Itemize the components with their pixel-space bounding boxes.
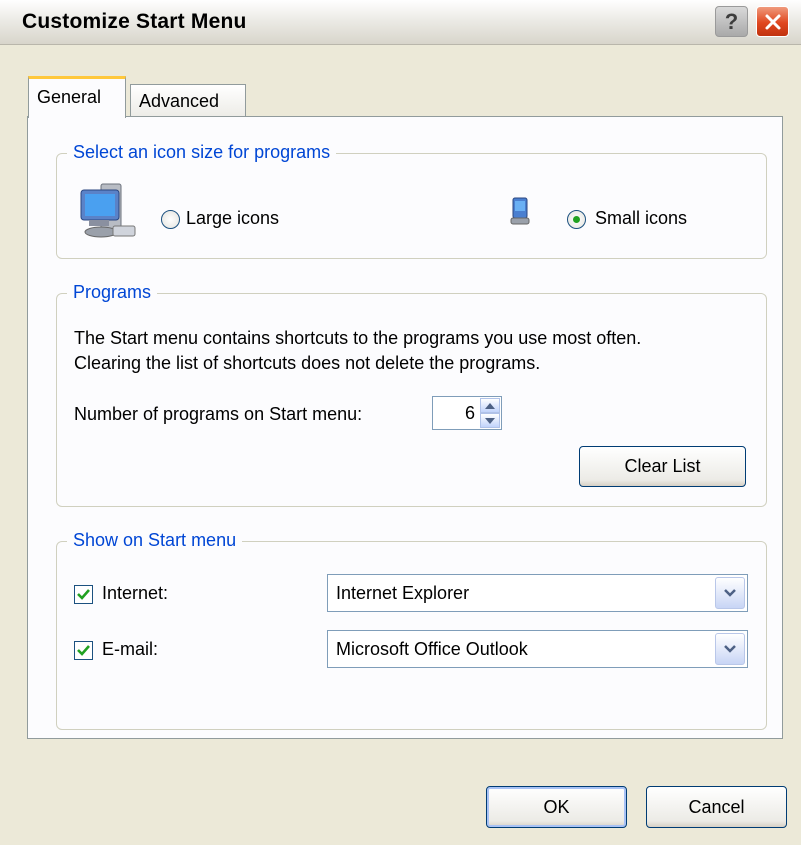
large-icons-radio[interactable] bbox=[161, 210, 180, 229]
programs-count-value[interactable]: 6 bbox=[465, 403, 475, 424]
icon-size-group: Select an icon size for programs Large i… bbox=[56, 142, 767, 259]
icon-size-legend: Select an icon size for programs bbox=[67, 142, 337, 163]
email-checkbox[interactable] bbox=[74, 641, 93, 660]
internet-combo[interactable]: Internet Explorer bbox=[327, 574, 748, 612]
internet-combo-value: Internet Explorer bbox=[336, 583, 470, 603]
internet-checkbox[interactable] bbox=[74, 585, 93, 604]
email-label[interactable]: E-mail: bbox=[102, 639, 158, 660]
email-combo[interactable]: Microsoft Office Outlook bbox=[327, 630, 748, 668]
clear-list-button[interactable]: Clear List bbox=[579, 446, 746, 487]
arrow-up-icon bbox=[485, 402, 495, 409]
arrow-down-icon bbox=[485, 417, 495, 424]
tab-general[interactable]: General bbox=[28, 76, 126, 118]
ok-button[interactable]: OK bbox=[486, 786, 627, 828]
email-combo-arrow[interactable] bbox=[715, 633, 745, 665]
programs-count-spinner[interactable]: 6 bbox=[432, 396, 502, 430]
help-button[interactable]: ? bbox=[715, 6, 748, 37]
programs-description-line1: The Start menu contains shortcuts to the… bbox=[74, 328, 642, 348]
close-button[interactable] bbox=[756, 6, 789, 37]
tab-advanced[interactable]: Advanced bbox=[130, 84, 246, 118]
window-title: Customize Start Menu bbox=[22, 10, 247, 33]
programs-count-label: Number of programs on Start menu: bbox=[74, 404, 363, 424]
cancel-button[interactable]: Cancel bbox=[646, 786, 787, 828]
small-icons-radio[interactable] bbox=[567, 210, 586, 229]
title-bar: Customize Start Menu ? bbox=[0, 0, 801, 45]
large-icons-label[interactable]: Large icons bbox=[186, 208, 279, 229]
spin-up-button[interactable] bbox=[480, 398, 500, 413]
show-on-start-group: Show on Start menu Internet: Internet Ex… bbox=[56, 530, 767, 730]
internet-label[interactable]: Internet: bbox=[102, 583, 168, 604]
programs-description-line2: Clearing the list of shortcuts does not … bbox=[74, 353, 541, 373]
tab-panel-general: Select an icon size for programs Large i… bbox=[27, 116, 783, 739]
show-on-start-legend: Show on Start menu bbox=[67, 530, 243, 551]
programs-legend: Programs bbox=[67, 282, 158, 303]
internet-combo-arrow[interactable] bbox=[715, 577, 745, 609]
close-icon bbox=[765, 14, 780, 29]
small-icons-label[interactable]: Small icons bbox=[595, 208, 687, 229]
computer-small-icon bbox=[510, 197, 530, 225]
checkmark-icon bbox=[77, 589, 90, 600]
chevron-down-icon bbox=[724, 645, 736, 653]
chevron-down-icon bbox=[724, 589, 736, 597]
email-combo-value: Microsoft Office Outlook bbox=[336, 639, 528, 659]
computer-large-icon bbox=[80, 183, 136, 238]
programs-group: Programs The Start menu contains shortcu… bbox=[56, 282, 767, 507]
spin-down-button[interactable] bbox=[480, 413, 500, 428]
checkmark-icon bbox=[77, 645, 90, 656]
